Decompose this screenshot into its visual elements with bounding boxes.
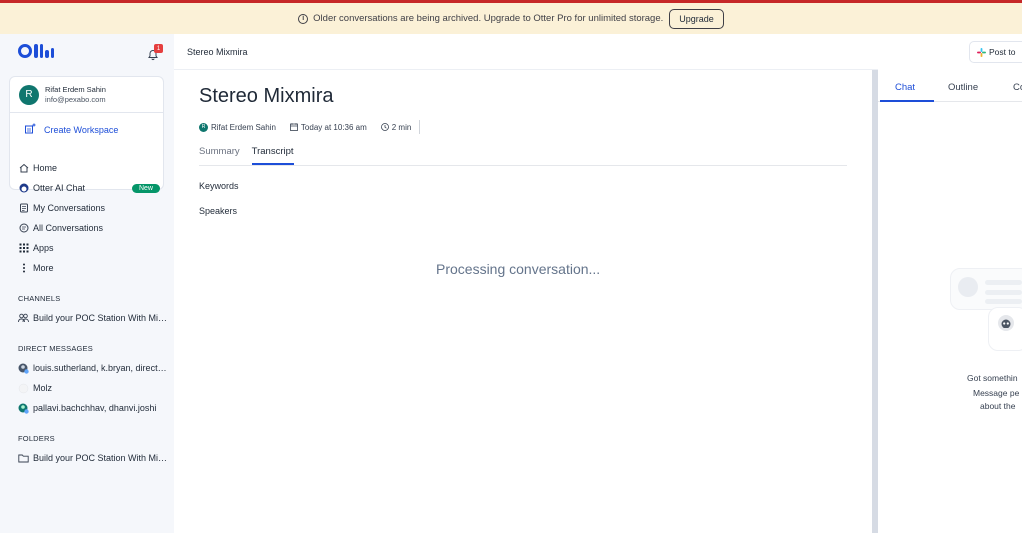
tab-transcript[interactable]: Transcript (251, 146, 294, 165)
right-panel-tabs: Chat Outline Co (878, 78, 1022, 102)
keywords-label[interactable]: Keywords (199, 181, 239, 191)
more-vertical-icon (18, 263, 29, 273)
chat-illustration-line (985, 280, 1022, 285)
direct-messages-section: DIRECT MESSAGES louis.sutherland, k.brya… (18, 338, 168, 418)
home-icon (18, 163, 29, 173)
conversation-duration: 2 min (391, 122, 412, 132)
tab-chat[interactable]: Chat (895, 82, 915, 93)
chat-empty-line-3: about the (980, 401, 1016, 411)
author-avatar: R (199, 122, 208, 132)
direct-messages-heading: DIRECT MESSAGES (18, 343, 93, 353)
calendar-icon (290, 123, 298, 131)
group-icon (18, 313, 29, 323)
info-icon: i (298, 13, 309, 24)
document-icon (18, 203, 29, 213)
account-email: info@pexabo.com (45, 94, 106, 104)
conversations-icon (18, 223, 29, 233)
clock-icon (380, 123, 389, 131)
channels-section: CHANNELS Build your POC Station With Mix… (18, 288, 168, 328)
banner-message: Older conversations are being archived. … (313, 13, 664, 24)
folders-section: FOLDERS Build your POC Station With Mixm… (18, 428, 168, 468)
create-workspace-button[interactable]: Create Workspace (10, 113, 163, 147)
otter-icon (998, 315, 1014, 331)
conversation-date: Today at 10:36 am (300, 122, 367, 132)
dm-label: Molz (33, 383, 53, 393)
notification-badge: 1 (154, 44, 163, 53)
active-tab-indicator (880, 100, 934, 102)
create-workspace-label: Create Workspace (44, 125, 119, 135)
tab-outline[interactable]: Outline (948, 82, 978, 93)
dm-item[interactable]: louis.sutherland, k.bryan, directors (18, 358, 168, 378)
conversation-panel: Stereo Mixmira Stereo Mixmira R Rifat Er… (174, 34, 1022, 533)
account-name: Rifat Erdem Sahin (45, 84, 106, 94)
avatar-group-icon (18, 363, 29, 374)
main-nav: Home Otter AI Chat New My Conversations … (18, 158, 168, 278)
nav-more[interactable]: More (18, 258, 168, 278)
nav-apps-label: Apps (33, 243, 54, 253)
post-to-label: Post to (989, 47, 1016, 57)
otter-logo[interactable] (18, 44, 54, 58)
conversation-tabs: Summary Transcript (199, 146, 847, 166)
dm-label: louis.sutherland, k.bryan, directors (33, 363, 168, 373)
tab-summary[interactable]: Summary (199, 146, 240, 165)
folder-item[interactable]: Build your POC Station With Mixmira (18, 448, 168, 468)
speakers-label[interactable]: Speakers (199, 206, 237, 216)
upgrade-button[interactable]: Upgrade (669, 8, 724, 29)
account-switcher[interactable]: R Rifat Erdem Sahin info@pexabo.com (10, 77, 163, 113)
nav-my-conversations[interactable]: My Conversations (18, 198, 168, 218)
nav-all-conversations[interactable]: All Conversations (18, 218, 168, 238)
nav-otter-ai-chat-label: Otter AI Chat (33, 183, 86, 193)
tab-comments[interactable]: Co (1013, 82, 1022, 93)
nav-home-label: Home (33, 163, 58, 173)
conversation-meta: R Rifat Erdem Sahin Today at 10:36 am 2 … (199, 120, 421, 134)
sidebar: 1 R Rifat Erdem Sahin info@pexabo.com Cr… (0, 34, 174, 533)
channels-heading: CHANNELS (18, 293, 61, 303)
chat-empty-line-1: Got somethin (967, 373, 1018, 383)
otter-chat-icon (18, 183, 29, 193)
folders-heading: FOLDERS (18, 433, 55, 443)
nav-apps[interactable]: Apps (18, 238, 168, 258)
chat-empty-line-2: Message pe (973, 388, 1020, 398)
slack-icon (977, 47, 986, 57)
nav-all-conversations-label: All Conversations (33, 223, 104, 233)
header-title: Stereo Mixmira (187, 47, 248, 57)
nav-home[interactable]: Home (18, 158, 168, 178)
conversation-title[interactable]: Stereo Mixmira (199, 85, 333, 108)
chat-illustration-line (985, 290, 1022, 295)
channel-item[interactable]: Build your POC Station With Mixmira (18, 308, 168, 328)
nav-my-conversations-label: My Conversations (33, 203, 106, 213)
chat-illustration-line (985, 299, 1022, 304)
processing-message: Processing conversation... (436, 261, 601, 277)
avatar: R (19, 84, 39, 105)
notifications-button[interactable]: 1 (147, 44, 163, 61)
dm-item[interactable]: Molz (18, 378, 168, 398)
nav-more-label: More (33, 263, 54, 273)
folder-label: Build your POC Station With Mixmira (33, 453, 168, 463)
new-badge: New (131, 183, 160, 193)
channel-label: Build your POC Station With Mixmira (33, 313, 168, 323)
archive-banner: i Older conversations are being archived… (0, 3, 1022, 34)
author-name[interactable]: Rifat Erdem Sahin (211, 123, 276, 132)
grid-icon (18, 243, 29, 253)
avatar-icon (18, 383, 29, 394)
nav-otter-ai-chat[interactable]: Otter AI Chat New (18, 178, 168, 198)
avatar-group-icon (18, 403, 29, 414)
chat-illustration-avatar (958, 277, 978, 297)
meta-divider (419, 120, 421, 134)
post-to-slack-button[interactable]: Post to (969, 41, 1022, 63)
add-workspace-icon (24, 123, 36, 137)
dm-item[interactable]: pallavi.bachchhav, dhanvi.joshi (18, 398, 168, 418)
folder-icon (18, 453, 29, 463)
dm-label: pallavi.bachchhav, dhanvi.joshi (33, 403, 157, 413)
